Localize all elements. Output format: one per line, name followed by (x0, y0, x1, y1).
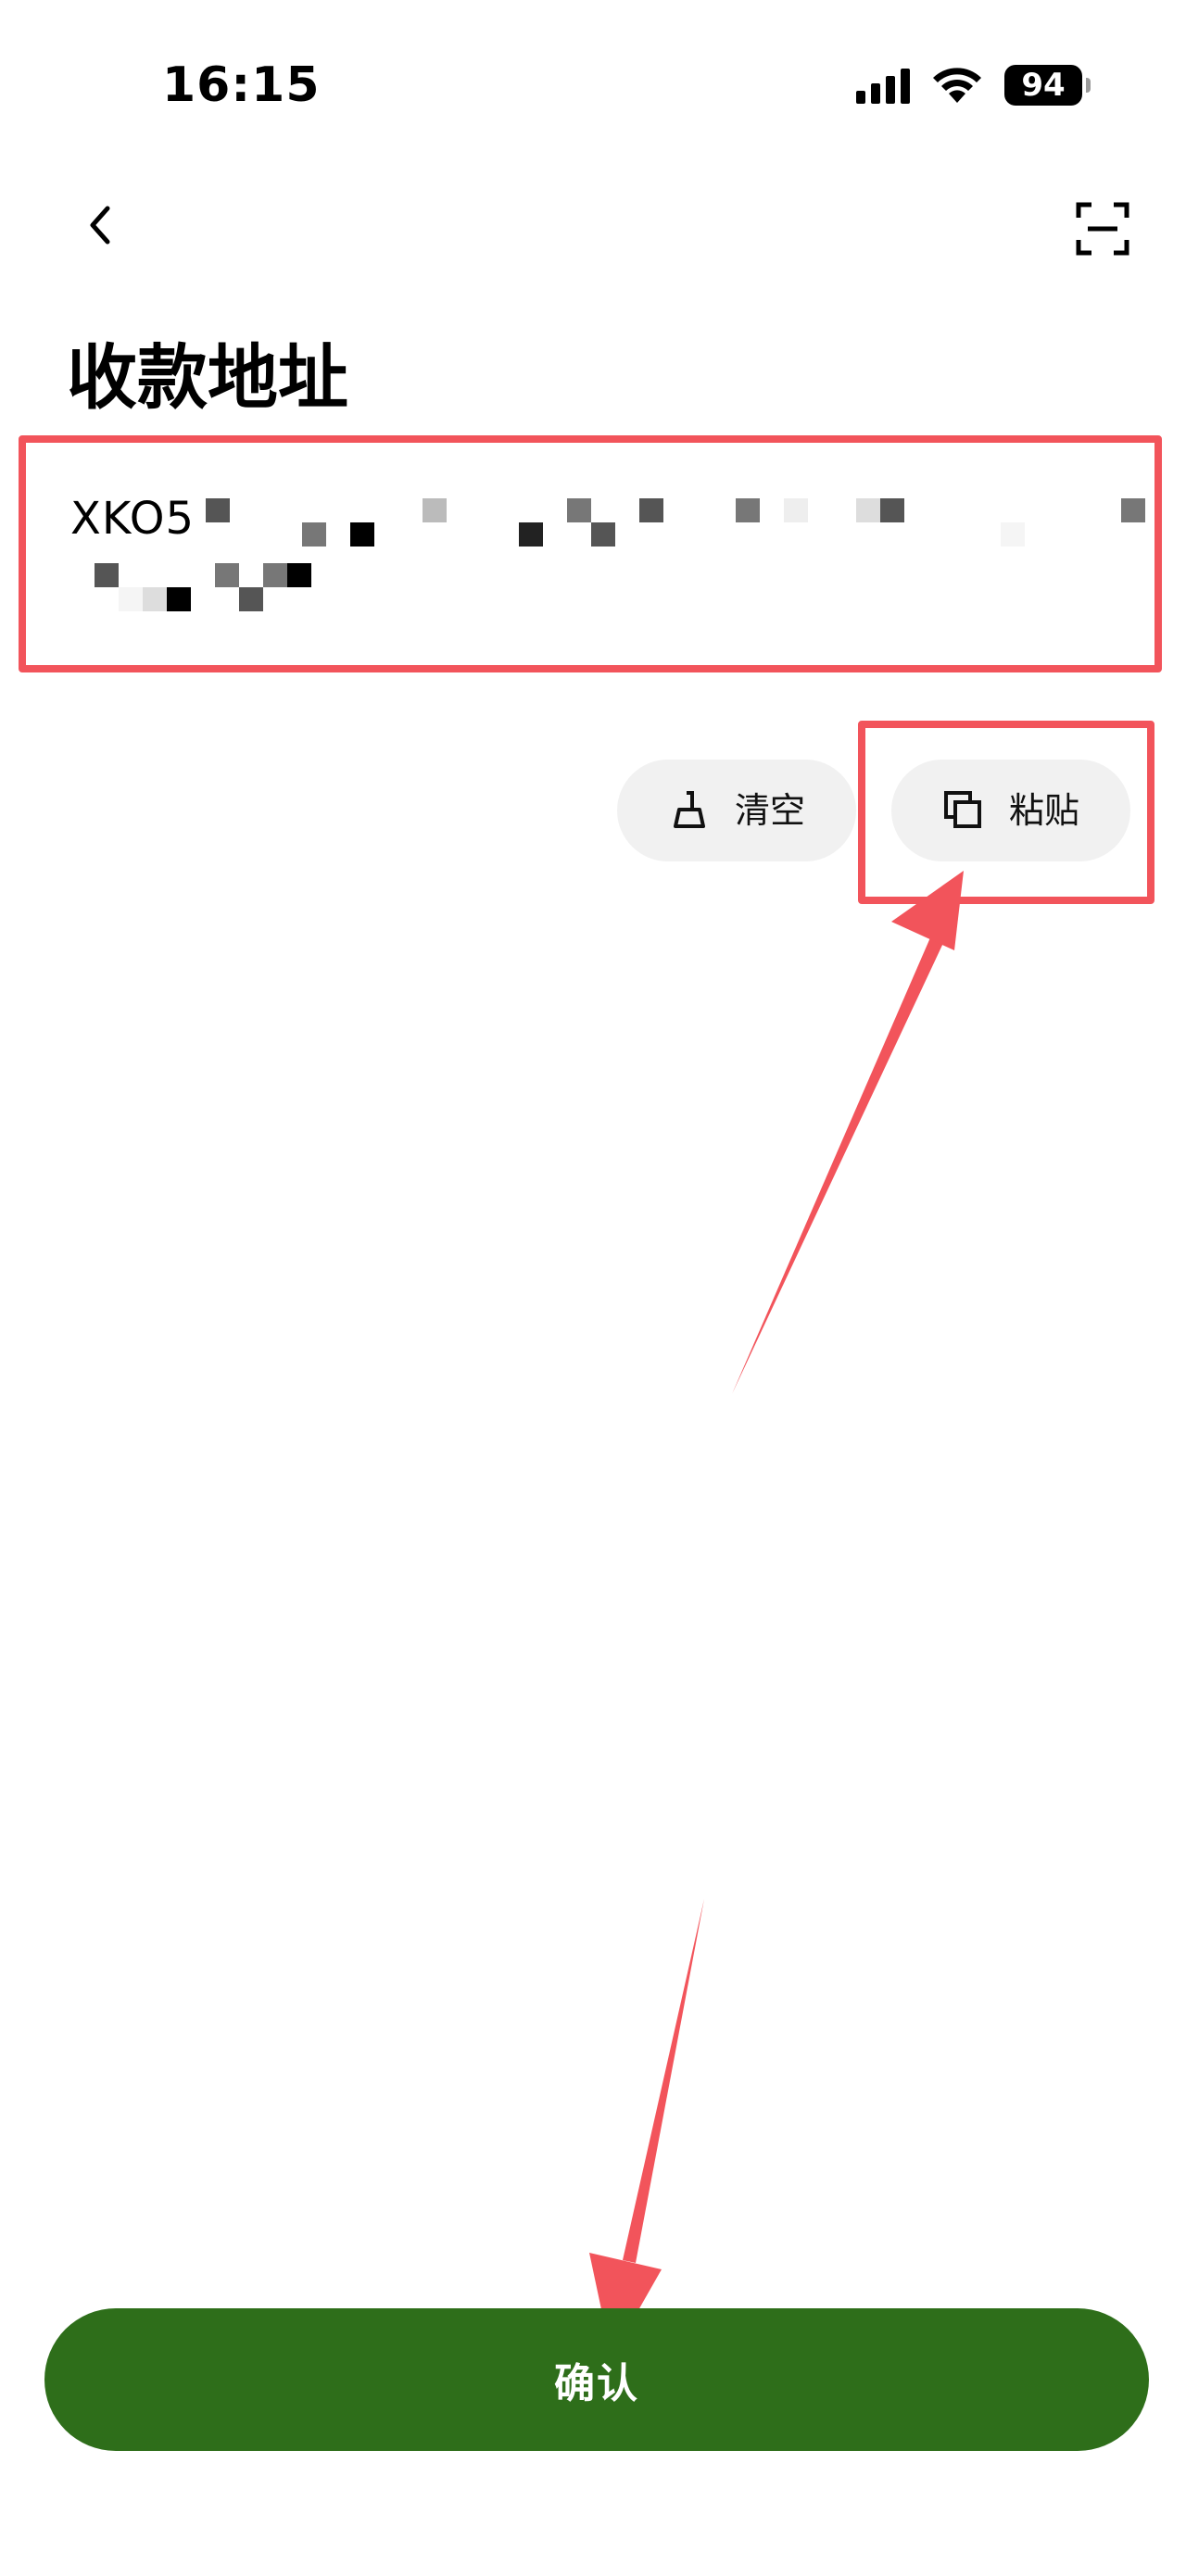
address-field[interactable]: XKO5 (19, 435, 1162, 672)
clear-label: 清空 (734, 790, 805, 831)
confirm-label: 确认 (554, 2360, 639, 2407)
obscured-address-mosaic (95, 498, 1145, 611)
battery-level: 94 (1021, 67, 1066, 104)
status-icons: 94 (856, 65, 1091, 106)
battery-icon: 94 (1004, 65, 1091, 106)
scan-icon (1076, 202, 1129, 256)
status-time: 16:15 (162, 57, 321, 113)
page-title: 收款地址 (67, 336, 348, 419)
arrow-to-paste (732, 871, 964, 1394)
chevron-left-icon (90, 206, 110, 245)
signal-icon (856, 67, 910, 104)
back-button[interactable] (74, 199, 126, 251)
clear-button[interactable]: 清空 (617, 760, 856, 861)
status-bar: 16:15 94 (0, 0, 1186, 139)
paste-button[interactable]: 粘贴 (891, 760, 1130, 861)
broom-icon (673, 791, 705, 828)
confirm-button[interactable]: 确认 (44, 2308, 1149, 2451)
arrow-to-confirm (589, 1899, 704, 2357)
paste-label: 粘贴 (1008, 790, 1079, 831)
copy-icon (943, 791, 981, 828)
wifi-icon (933, 68, 981, 103)
scan-button[interactable] (1075, 201, 1130, 257)
